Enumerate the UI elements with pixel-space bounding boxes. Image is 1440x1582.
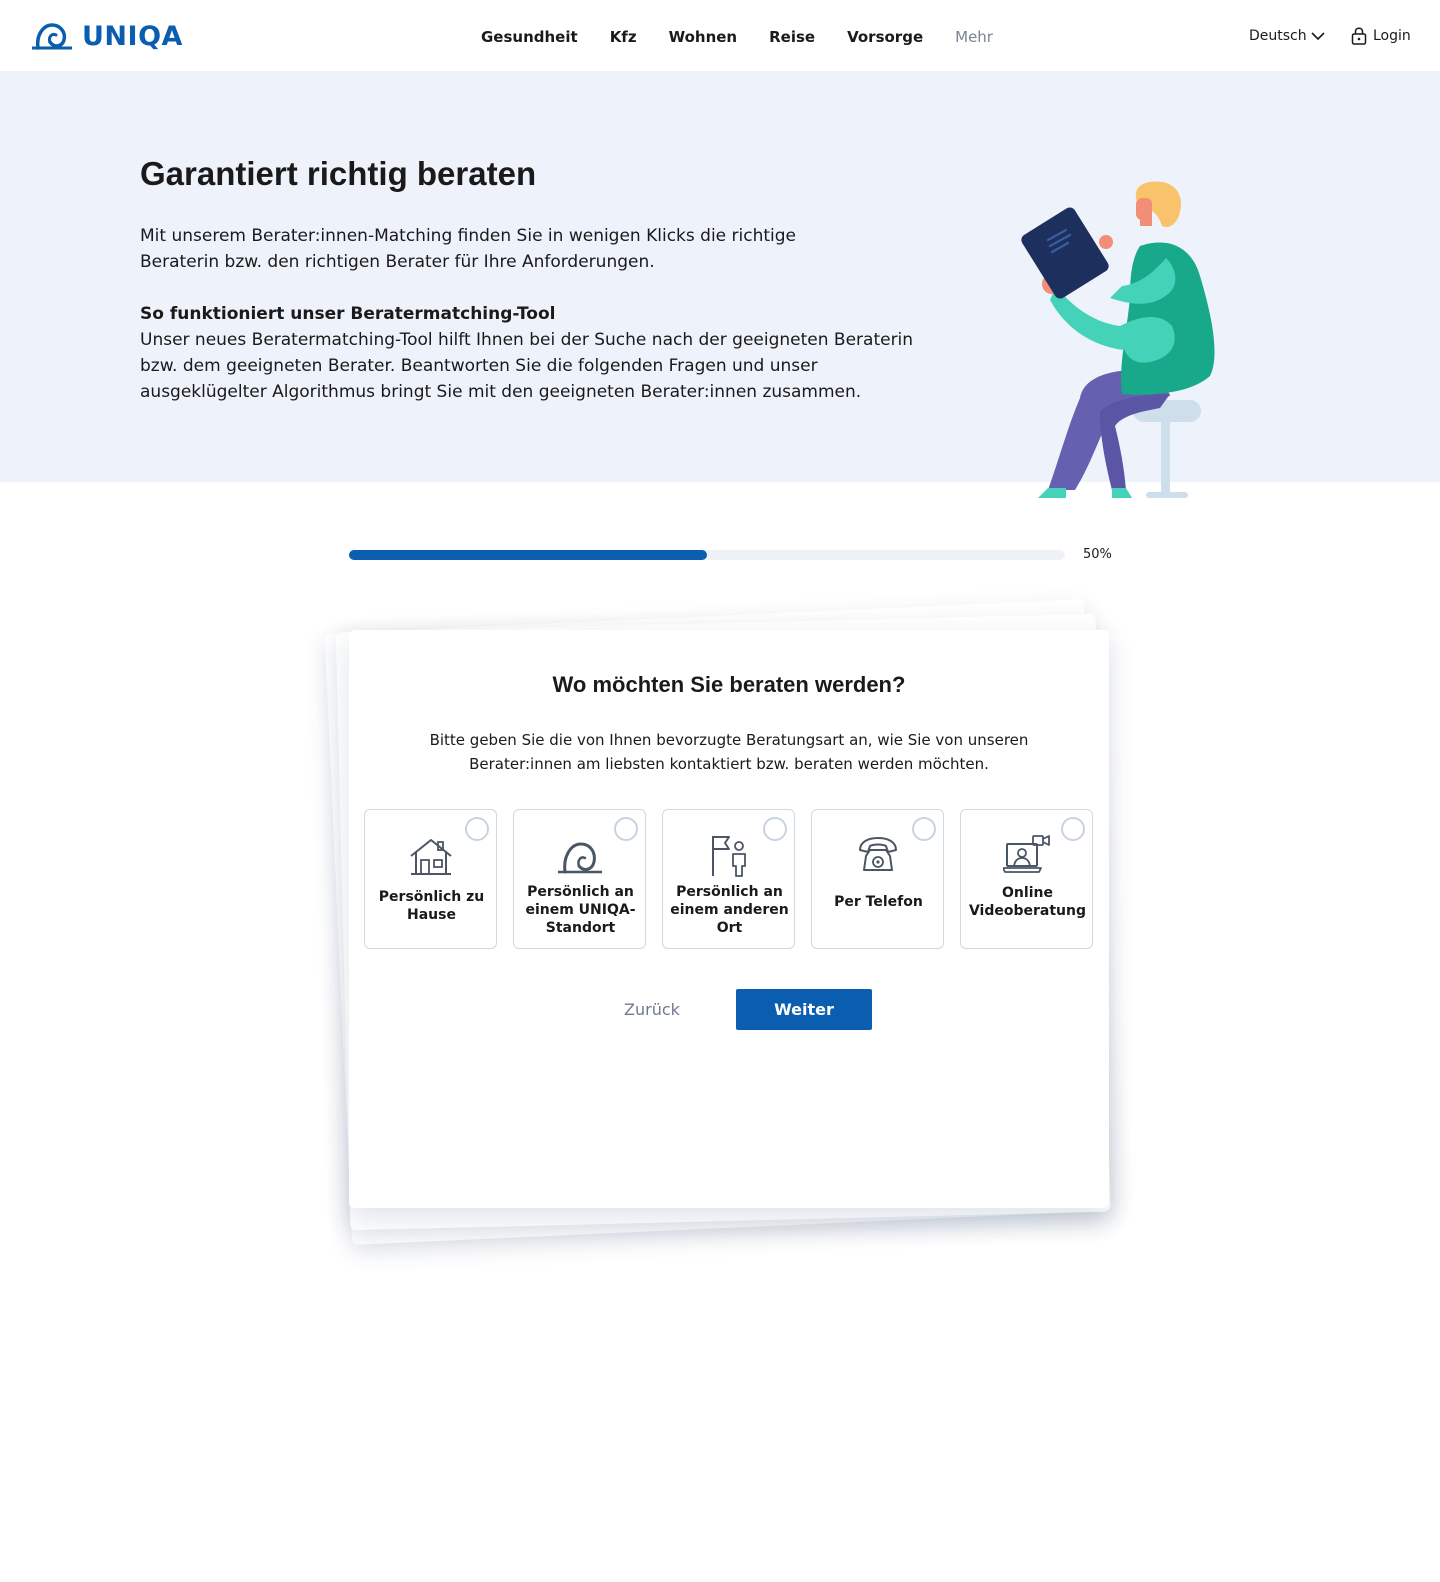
- back-button[interactable]: Zurück: [617, 990, 687, 1030]
- nav-item-vorsorge[interactable]: Vorsorge: [847, 28, 923, 46]
- main-nav: Gesundheit Kfz Wohnen Reise Vorsorge Meh…: [481, 28, 1025, 46]
- option-label: Per Telefon: [834, 894, 923, 910]
- option-per-telefon[interactable]: Per Telefon: [811, 809, 944, 949]
- login-label: Login: [1373, 28, 1411, 44]
- uniqa-logo-icon: [32, 23, 72, 50]
- hero-subtitle: So funktioniert unser Beratermatching-To…: [140, 304, 556, 324]
- question-title: Wo möchten Sie beraten werden?: [552, 672, 906, 697]
- radio-button[interactable]: [912, 817, 936, 841]
- lock-icon: [1351, 27, 1367, 45]
- house-icon: [410, 839, 452, 875]
- telephone-icon: [859, 837, 897, 871]
- radio-button[interactable]: [763, 817, 787, 841]
- hero-intro: Mit unserem Berater:innen-Matching finde…: [140, 226, 797, 272]
- nav-item-gesundheit[interactable]: Gesundheit: [481, 28, 578, 46]
- flag-person-icon: [712, 836, 746, 877]
- option-anderer-ort[interactable]: Persönlich an einem anderen Ort: [662, 809, 795, 949]
- nav-item-mehr[interactable]: Mehr: [955, 28, 993, 46]
- logo-text: UNIQA: [82, 20, 183, 52]
- hero-body: Unser neues Beratermatching-Tool hilft I…: [140, 330, 914, 402]
- video-call-icon: [1003, 835, 1050, 873]
- question-card: Wo möchten Sie beraten werden? Bitte geb…: [349, 630, 1109, 1208]
- progress-bar-fill: [349, 550, 707, 560]
- option-uniqa-standort[interactable]: Persönlich an einem UNIQA-Standort: [513, 809, 646, 949]
- option-label: Persönlich an einem anderen Ort: [670, 884, 789, 936]
- uniqa-logo[interactable]: UNIQA: [30, 20, 183, 52]
- radio-button[interactable]: [465, 817, 489, 841]
- options-group: Persönlich zu Hause Persönlich an einem …: [364, 809, 1095, 949]
- option-online-videoberatung[interactable]: Online Videoberatung: [960, 809, 1093, 949]
- page-title: Garantiert richtig beraten: [140, 155, 537, 192]
- site-header: UNIQA Gesundheit Kfz Wohnen Reise Vorsor…: [0, 0, 1440, 71]
- question-description: Bitte geben Sie die von Ihnen bevorzugte…: [429, 731, 1029, 773]
- option-label: Online Videoberatung: [968, 885, 1087, 919]
- language-selector[interactable]: Deutsch: [1249, 28, 1325, 44]
- next-button[interactable]: Weiter: [736, 989, 872, 1030]
- nav-item-kfz[interactable]: Kfz: [610, 28, 637, 46]
- progress-bar: [349, 550, 1065, 560]
- option-label: Persönlich zu Hause: [378, 889, 485, 923]
- radio-button[interactable]: [1061, 817, 1085, 841]
- nav-item-reise[interactable]: Reise: [769, 28, 815, 46]
- option-label: Persönlich an einem UNIQA-Standort: [525, 884, 636, 936]
- language-label: Deutsch: [1249, 28, 1307, 44]
- chevron-down-icon: [1311, 32, 1325, 41]
- nav-item-wohnen[interactable]: Wohnen: [669, 28, 738, 46]
- person-with-tablet-illustration: [1021, 181, 1215, 498]
- uniqa-logo-icon: [558, 842, 602, 874]
- login-button[interactable]: Login: [1351, 27, 1411, 45]
- progress-label: 50%: [1083, 547, 1112, 562]
- option-persoenlich-zu-hause[interactable]: Persönlich zu Hause: [364, 809, 497, 949]
- radio-button[interactable]: [614, 817, 638, 841]
